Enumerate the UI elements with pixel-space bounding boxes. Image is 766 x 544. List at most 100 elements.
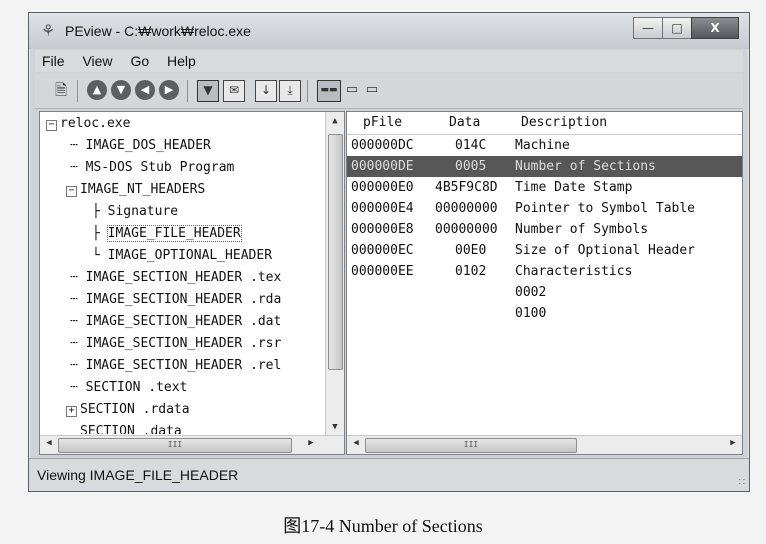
view-header-icon[interactable]: ▼	[197, 80, 219, 102]
minimize-button[interactable]: —	[633, 17, 663, 39]
cell-data: 4B5F9C8D	[435, 180, 498, 195]
resize-grip-icon[interactable]: ∷	[739, 477, 745, 488]
table-row-selected[interactable]: 000000DE 0005 Number of Sections	[347, 156, 742, 177]
cell-description: Time Date Stamp	[515, 180, 633, 195]
scroll-thumb[interactable]: III	[365, 438, 577, 453]
forward-icon[interactable]: ▼	[111, 80, 131, 100]
cell-description: Number of Sections	[515, 159, 656, 174]
table-row[interactable]: 000000E0 4B5F9C8D Time Date Stamp	[347, 177, 742, 198]
dword-view-icon[interactable]: ▭	[365, 80, 379, 100]
cell-description: 0100	[515, 306, 547, 321]
tree-item[interactable]: ┄ MS-DOS Stub Program	[70, 158, 234, 178]
menu-bar: File View Go Help	[35, 50, 743, 72]
cell-data: 00000000	[435, 201, 498, 216]
scroll-right-icon[interactable]: ▶	[726, 438, 740, 448]
cell-data: 00E0	[455, 243, 487, 258]
tree-item[interactable]: SECTION .data	[80, 422, 182, 434]
scroll-thumb[interactable]: III	[58, 438, 292, 453]
cell-pfile: 000000DE	[351, 159, 414, 174]
table-row[interactable]: 0100	[347, 303, 742, 324]
maximize-button[interactable]: □	[662, 17, 692, 39]
menu-help[interactable]: Help	[160, 50, 203, 69]
cell-pfile: 000000E4	[351, 201, 414, 216]
cell-pfile: 000000EC	[351, 243, 414, 258]
scroll-up-icon[interactable]: ▲	[326, 116, 344, 126]
tree-item[interactable]: ┄ IMAGE_SECTION_HEADER .dat	[70, 312, 281, 332]
tree-item[interactable]: ┄ IMAGE_SECTION_HEADER .rel	[70, 356, 281, 376]
tree-item[interactable]: reloc.exe	[60, 114, 130, 134]
back-icon[interactable]: ▲	[87, 80, 107, 100]
table-row[interactable]: 000000DC 014C Machine	[347, 135, 742, 156]
view-mail-icon[interactable]: ✉	[223, 80, 245, 102]
cell-data: 014C	[455, 138, 487, 153]
cell-pfile: 000000DC	[351, 138, 414, 153]
tree-item[interactable]: SECTION .rdata	[80, 400, 190, 420]
figure-caption: 图17-4 Number of Sections	[283, 516, 483, 536]
app-icon: ⚘	[40, 21, 56, 40]
column-header-description[interactable]: Description	[521, 115, 607, 130]
scroll-right-icon[interactable]: ▶	[304, 438, 318, 448]
tree-item[interactable]: ┄ IMAGE_DOS_HEADER	[70, 136, 211, 156]
menu-view[interactable]: View	[75, 50, 119, 69]
cell-data: 0102	[455, 264, 487, 279]
detail-pane[interactable]: pFile Data Description 000000DC 014C Mac…	[346, 111, 743, 455]
table-header: pFile Data Description	[347, 112, 742, 135]
title-bar[interactable]: ⚘ PEview - C:₩work₩reloc.exe — □ X	[29, 13, 749, 49]
window-title: PEview - C:₩work₩reloc.exe	[65, 23, 251, 39]
tree-item[interactable]: ┄ SECTION .text	[70, 378, 187, 398]
table-row[interactable]: 000000E4 00000000 Pointer to Symbol Tabl…	[347, 198, 742, 219]
import-icon[interactable]: ↓	[255, 80, 277, 102]
tree-vertical-scrollbar[interactable]: ▲ ▼	[325, 112, 344, 436]
tree-horizontal-scrollbar[interactable]: ◀ III ▶	[40, 435, 344, 454]
table-row[interactable]: 000000E8 00000000 Number of Symbols	[347, 219, 742, 240]
word-view-icon[interactable]: ▭	[345, 80, 359, 100]
tree-item[interactable]: ├ Signature	[92, 202, 178, 222]
tree-pane[interactable]: − reloc.exe ┄ IMAGE_DOS_HEADER ┄ MS-DOS …	[39, 111, 345, 455]
scroll-left-icon[interactable]: ◀	[349, 438, 363, 448]
column-header-data[interactable]: Data	[449, 115, 480, 130]
cell-description: Machine	[515, 138, 570, 153]
export-icon[interactable]: ⤓	[279, 80, 301, 102]
tree-item[interactable]: IMAGE_NT_HEADERS	[80, 180, 205, 200]
cell-description: Pointer to Symbol Table	[515, 201, 696, 216]
column-header-pfile[interactable]: pFile	[363, 115, 402, 130]
menu-file[interactable]: File	[35, 50, 72, 69]
expander-nt-headers[interactable]: −	[66, 186, 77, 197]
tree-item[interactable]: ┄ IMAGE_SECTION_HEADER .tex	[70, 268, 281, 288]
peview-window: ⚘ PEview - C:₩work₩reloc.exe — □ X File …	[28, 12, 750, 492]
cell-pfile: 000000EE	[351, 264, 414, 279]
cell-data: 00000000	[435, 222, 498, 237]
tree-item-selected[interactable]: ├ IMAGE_FILE_HEADER	[92, 224, 242, 244]
previous-icon[interactable]: ◀	[135, 80, 155, 100]
expander-rdata[interactable]: +	[66, 406, 77, 417]
tree-item[interactable]: ┄ IMAGE_SECTION_HEADER .rda	[70, 290, 281, 310]
toolbar-separator	[77, 80, 78, 102]
scroll-thumb[interactable]	[328, 134, 343, 370]
cell-pfile: 000000E8	[351, 222, 414, 237]
toolbar-separator	[187, 80, 188, 102]
toolbar: 🗎 ▲ ▼ ◀ ▶ ▼ ✉ ↓ ⤓ ▬▬ ▭ ▭	[35, 74, 743, 109]
detail-horizontal-scrollbar[interactable]: ◀ III ▶	[347, 435, 742, 454]
expander-reloc[interactable]: −	[46, 120, 57, 131]
scroll-down-icon[interactable]: ▼	[326, 422, 344, 432]
table-row[interactable]: 000000EC 00E0 Size of Optional Header	[347, 240, 742, 261]
next-icon[interactable]: ▶	[159, 80, 179, 100]
status-text: Viewing IMAGE_FILE_HEADER	[37, 467, 239, 483]
status-bar: Viewing IMAGE_FILE_HEADER ∷	[29, 458, 749, 491]
cell-description: Size of Optional Header	[515, 243, 696, 258]
hex-view-icon[interactable]: ▬▬	[317, 80, 341, 102]
toolbar-separator	[307, 80, 308, 102]
cell-description: Characteristics	[515, 264, 633, 279]
tree-item[interactable]: └ IMAGE_OPTIONAL_HEADER	[92, 246, 272, 266]
cell-description: 0002	[515, 285, 547, 300]
table-row[interactable]: 0002	[347, 282, 742, 303]
table-row[interactable]: 000000EE 0102 Characteristics	[347, 261, 742, 282]
window-controls: — □ X	[633, 17, 739, 39]
tree-item[interactable]: ┄ IMAGE_SECTION_HEADER .rsr	[70, 334, 281, 354]
cell-pfile: 000000E0	[351, 180, 414, 195]
menu-go[interactable]: Go	[123, 50, 156, 69]
cell-description: Number of Symbols	[515, 222, 649, 237]
open-file-icon[interactable]: 🗎	[51, 80, 71, 100]
close-button[interactable]: X	[691, 17, 739, 39]
scroll-left-icon[interactable]: ◀	[42, 438, 56, 448]
